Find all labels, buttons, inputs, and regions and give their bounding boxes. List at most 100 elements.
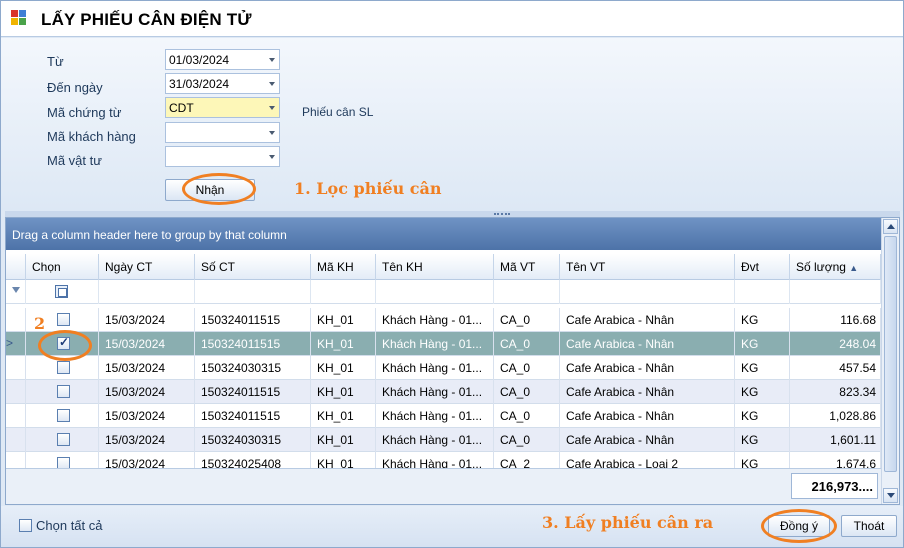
row-indicator: > — [6, 332, 26, 356]
select-cell[interactable] — [26, 428, 99, 452]
row-checkbox[interactable] — [57, 313, 70, 326]
table-row[interactable]: 15/03/2024 150324030315 KH_01 Khách Hàng… — [6, 428, 881, 452]
qty-cell: 248.04 — [790, 332, 881, 356]
group-by-panel[interactable]: Drag a column header here to group by th… — [6, 218, 881, 250]
highlight-oval-ok — [761, 509, 837, 543]
row-checkbox[interactable] — [57, 457, 70, 468]
filter-cell-cust-code[interactable] — [311, 280, 376, 304]
filter-cell-date[interactable] — [99, 280, 195, 304]
table-row[interactable]: 15/03/2024 150324011515 KH_01 Khách Hàng… — [6, 380, 881, 404]
date-cell: 15/03/2024 — [99, 308, 195, 332]
annotation-step2: 2 — [34, 314, 46, 333]
table-row[interactable]: > 15/03/2024 150324011515 KH_01 Khách Hà… — [6, 332, 881, 356]
qty-cell: 457.54 — [790, 356, 881, 380]
row-checkbox[interactable] — [57, 433, 70, 446]
doc-code-field[interactable]: CDT — [165, 97, 280, 118]
select-cell[interactable] — [26, 380, 99, 404]
column-header-cust-code[interactable]: Mã KH — [311, 254, 376, 280]
mat-code-cell: CA_0 — [494, 308, 560, 332]
chevron-down-icon[interactable] — [269, 106, 275, 110]
table-row[interactable]: 15/03/2024 150324030315 KH_01 Khách Hàng… — [6, 356, 881, 380]
doc-code-description: Phiếu cân SL — [302, 105, 374, 119]
filter-checkbox-icon[interactable] — [55, 285, 68, 298]
date-cell: 15/03/2024 — [99, 428, 195, 452]
bottom-bar: Chọn tất cả 3. Lấy phiếu cân ra Đồng ý T… — [1, 506, 903, 547]
filter-cell-mat-code[interactable] — [494, 280, 560, 304]
cust-name-cell: Khách Hàng - 01... — [376, 428, 494, 452]
grip-icon — [494, 213, 510, 215]
annotation-step3: 3. Lấy phiếu cân ra — [542, 513, 714, 532]
window-title: LẤY PHIẾU CÂN ĐIỆN TỬ — [41, 10, 252, 29]
mat-name-cell: Cafe Arabica - Nhân — [560, 404, 735, 428]
qty-total: 216,973.... — [791, 473, 878, 499]
to-date-field[interactable]: 31/03/2024 — [165, 73, 280, 94]
filter-cell-cust-name[interactable] — [376, 280, 494, 304]
table-row[interactable]: 15/03/2024 150324011515 KH_01 Khách Hàng… — [6, 404, 881, 428]
scroll-thumb[interactable] — [884, 236, 897, 472]
doc-no-cell: 150324011515 — [195, 332, 311, 356]
chevron-down-icon[interactable] — [269, 131, 275, 135]
from-date-field[interactable]: 01/03/2024 — [165, 49, 280, 70]
column-header-cust-name[interactable]: Tên KH — [376, 254, 494, 280]
mat-code-cell: CA_0 — [494, 356, 560, 380]
column-header-mat-code[interactable]: Mã VT — [494, 254, 560, 280]
column-header-select[interactable]: Chọn — [26, 254, 99, 280]
column-header-qty[interactable]: Số lượng ▲ — [790, 254, 881, 280]
cust-name-cell: Khách Hàng - 01... — [376, 332, 494, 356]
chevron-down-icon[interactable] — [269, 82, 275, 86]
row-checkbox[interactable] — [57, 361, 70, 374]
qty-cell: 1,601.11 — [790, 428, 881, 452]
select-all-label[interactable]: Chọn tất cả — [36, 518, 103, 533]
chevron-down-icon[interactable] — [269, 58, 275, 62]
qty-cell: 823.34 — [790, 380, 881, 404]
cust-code-cell: KH_01 — [311, 308, 376, 332]
filter-funnel-icon[interactable] — [12, 287, 20, 293]
mat-code-cell: CA_0 — [494, 404, 560, 428]
vertical-scrollbar[interactable] — [881, 218, 899, 504]
from-date-value: 01/03/2024 — [169, 53, 230, 67]
grid-footer: 216,973.... — [6, 468, 881, 504]
table-row[interactable]: 15/03/2024 150324011515 KH_01 Khách Hàng… — [6, 308, 881, 332]
row-indicator-header — [6, 254, 26, 280]
row-indicator — [6, 356, 26, 380]
scroll-down-icon[interactable] — [883, 488, 898, 503]
mat-code-cell: CA_0 — [494, 332, 560, 356]
filter-cell-qty[interactable] — [790, 280, 881, 304]
auto-filter-row — [6, 280, 881, 304]
cust-name-cell: Khách Hàng - 01... — [376, 452, 494, 468]
exit-button[interactable]: Thoát — [841, 515, 897, 537]
column-header-doc-no[interactable]: Số CT — [195, 254, 311, 280]
cust-code-cell: KH_01 — [311, 356, 376, 380]
unit-cell: KG — [735, 380, 790, 404]
column-header-unit[interactable]: Đvt — [735, 254, 790, 280]
scroll-up-icon[interactable] — [883, 219, 898, 234]
filter-panel: Từ 01/03/2024 Đến ngày 31/03/2024 Mã chứ… — [1, 38, 903, 211]
select-cell[interactable] — [26, 452, 99, 468]
doc-no-cell: 150324011515 — [195, 380, 311, 404]
doc-no-cell: 150324030315 — [195, 428, 311, 452]
select-cell[interactable] — [26, 404, 99, 428]
date-cell: 15/03/2024 — [99, 356, 195, 380]
unit-cell: KG — [735, 356, 790, 380]
material-code-field[interactable] — [165, 146, 280, 167]
annotation-step1: 1. Lọc phiếu cân — [294, 179, 442, 198]
table-row[interactable]: 15/03/2024 150324025408 KH_01 Khách Hàng… — [6, 452, 881, 468]
customer-code-field[interactable] — [165, 122, 280, 143]
row-checkbox[interactable] — [57, 409, 70, 422]
column-header-mat-name[interactable]: Tên VT — [560, 254, 735, 280]
chevron-down-icon[interactable] — [269, 155, 275, 159]
row-checkbox[interactable] — [57, 385, 70, 398]
qty-cell: 1,028.86 — [790, 404, 881, 428]
select-all-checkbox[interactable] — [19, 519, 32, 532]
slip-grid: Drag a column header here to group by th… — [5, 217, 900, 505]
unit-cell: KG — [735, 308, 790, 332]
filter-cell-mat-name[interactable] — [560, 280, 735, 304]
filter-cell-unit[interactable] — [735, 280, 790, 304]
filter-cell-doc-no[interactable] — [195, 280, 311, 304]
filter-cell-indicator — [6, 280, 26, 304]
column-header-date[interactable]: Ngày CT — [99, 254, 195, 280]
cust-name-cell: Khách Hàng - 01... — [376, 380, 494, 404]
filter-cell-select[interactable] — [26, 280, 99, 304]
cust-code-cell: KH_01 — [311, 452, 376, 468]
row-indicator — [6, 380, 26, 404]
